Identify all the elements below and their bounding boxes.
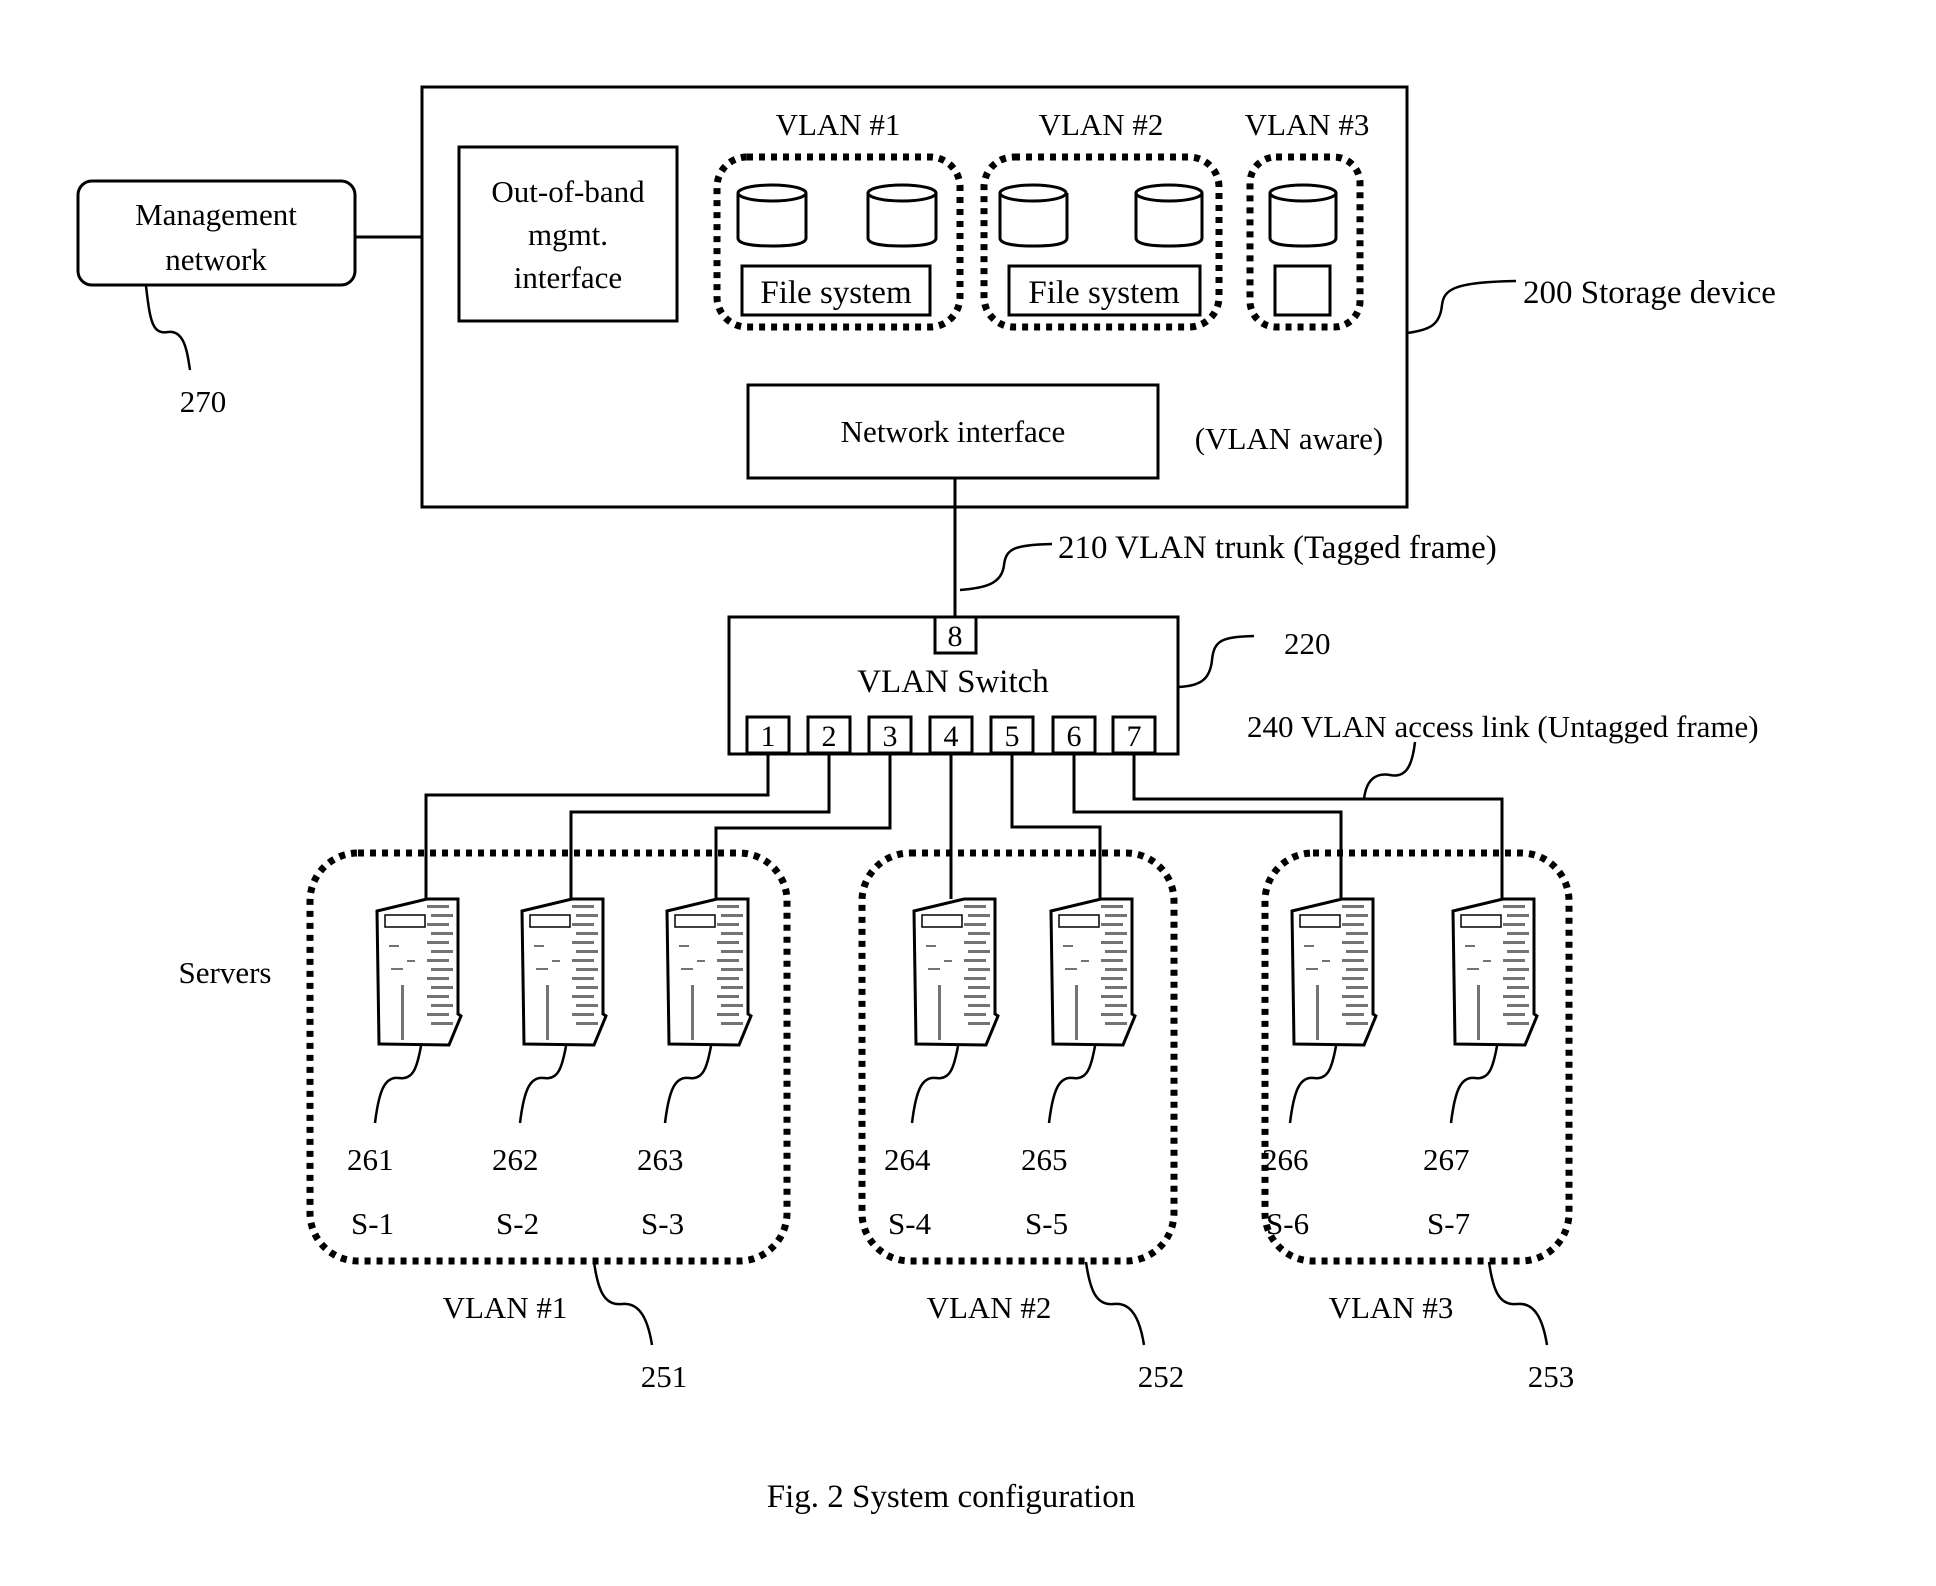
access-link-label: 240 VLAN access link (Untagged frame) [1247, 709, 1759, 744]
server-ref-number: 263 [637, 1142, 684, 1177]
storage-vlan1-label: VLAN #1 [776, 107, 901, 142]
server-tower-icon [1451, 897, 1539, 1047]
vlan-switch: 8 VLAN Switch 1 2 3 4 5 6 7 220 [727, 615, 1331, 756]
server-s-6: 266 S-6 [1262, 897, 1378, 1241]
access-link-wire [1132, 753, 1504, 899]
vlan-group-ref: 253 [1528, 1359, 1575, 1394]
switch-port-label: 5 [1005, 720, 1020, 753]
servers-label: Servers [179, 955, 272, 990]
server-groups: 261 S-1 262 S-2 263 S-3 VLAN #1 251 264 S-4 265 S-5… [306, 849, 1575, 1394]
management-network-label-line2: network [165, 242, 267, 277]
ref-leader-220 [1177, 634, 1255, 689]
ref-leader [1288, 1045, 1338, 1124]
storage-vlan3-label: VLAN #3 [1245, 107, 1370, 142]
oob-label-line2: mgmt. [528, 217, 608, 252]
server-name: S-5 [1025, 1206, 1068, 1241]
server-ref-number: 264 [884, 1142, 931, 1177]
access-link-wire [1010, 753, 1102, 899]
switch-port-label: 6 [1067, 720, 1082, 753]
vlan-group-label: VLAN #3 [1329, 1290, 1454, 1325]
server-tower-icon [520, 897, 608, 1047]
ref-leader-210 [959, 542, 1053, 592]
server-tower-icon [665, 897, 753, 1047]
empty-volume-box [1273, 264, 1332, 317]
server-tower-icon [1290, 897, 1378, 1047]
ref-leader [1449, 1045, 1499, 1124]
vlan-trunk-label: 210 VLAN trunk (Tagged frame) [1058, 530, 1497, 566]
vlan-switch-label: VLAN Switch [857, 664, 1049, 700]
server-s-1: 261 S-1 [347, 897, 463, 1241]
ref-leader-270 [144, 285, 192, 371]
server-name: S-2 [496, 1206, 539, 1241]
server-name: S-1 [351, 1206, 394, 1241]
storage-vlan2-label: VLAN #2 [1039, 107, 1164, 142]
server-s-5: 265 S-5 [1021, 897, 1137, 1241]
server-group-vlan1: 261 S-1 262 S-2 263 S-3 VLAN #1 251 [306, 849, 791, 1394]
server-ref-number: 266 [1262, 1142, 1309, 1177]
network-interface-label: Network interface [841, 414, 1066, 449]
server-s-3: 263 S-3 [637, 897, 753, 1241]
server-tower-icon [1049, 897, 1137, 1047]
file-system-label: File system [760, 275, 912, 311]
server-name: S-7 [1427, 1206, 1470, 1241]
switch-port-label: 3 [883, 720, 898, 753]
ref-leader [592, 1261, 654, 1346]
ref-leader [373, 1045, 423, 1124]
ref-leader [1487, 1261, 1549, 1346]
vlan-group-ref: 252 [1138, 1359, 1185, 1394]
access-link-wire [569, 753, 831, 899]
vlan-aware-label: (VLAN aware) [1195, 421, 1383, 456]
switch-access-ports: 1 2 3 4 5 6 7 [745, 715, 1157, 755]
figure-caption: Fig. 2 System configuration [767, 1479, 1135, 1515]
system-configuration-diagram: Management network 270 Out-of-band mgmt.… [76, 85, 1776, 1515]
vlan-group-ref: 251 [641, 1359, 688, 1394]
oob-label-line1: Out-of-band [491, 174, 645, 209]
server-ref-number: 267 [1423, 1142, 1470, 1177]
server-name: S-4 [888, 1206, 932, 1241]
ref-leader [1084, 1261, 1146, 1346]
switch-port-label: 4 [944, 720, 959, 753]
ref-leader-240 [1362, 741, 1417, 800]
oob-label-line3: interface [514, 260, 622, 295]
server-group-vlan2: 264 S-4 265 S-5 VLAN #2 252 [858, 849, 1185, 1394]
switch-port-8-label: 8 [948, 620, 963, 653]
ref-leader [910, 1045, 960, 1124]
server-s-4: 264 S-4 [884, 897, 1000, 1241]
switch-ref-220: 220 [1284, 626, 1331, 661]
server-tower-icon [912, 897, 1000, 1047]
vlan-group-label: VLAN #2 [927, 1290, 1052, 1325]
server-tower-icon [375, 897, 463, 1047]
ref-leader [663, 1045, 713, 1124]
switch-port-label: 1 [761, 720, 776, 753]
server-s-7: 267 S-7 [1423, 897, 1539, 1241]
switch-port-label: 7 [1127, 720, 1142, 753]
server-ref-number: 262 [492, 1142, 539, 1177]
storage-device-ref-label: 200 Storage device [1523, 275, 1776, 311]
file-system-label: File system [1028, 275, 1180, 311]
ref-leader [518, 1045, 568, 1124]
access-link-wire [1072, 753, 1343, 899]
server-ref-number: 265 [1021, 1142, 1068, 1177]
management-network-label-line1: Management [135, 197, 297, 232]
switch-port-label: 2 [822, 720, 837, 753]
server-s-2: 262 S-2 [492, 897, 608, 1241]
ref-270: 270 [180, 384, 227, 419]
vlan-group-label: VLAN #1 [443, 1290, 568, 1325]
access-link-wires [424, 753, 1504, 899]
server-group-vlan3: 266 S-6 267 S-7 VLAN #3 253 [1261, 849, 1575, 1394]
server-ref-number: 261 [347, 1142, 394, 1177]
storage-device: Out-of-band mgmt. interface VLAN #1 VLAN… [420, 85, 1776, 509]
server-name: S-6 [1266, 1206, 1309, 1241]
ref-leader [1047, 1045, 1097, 1124]
server-name: S-3 [641, 1206, 684, 1241]
management-network: Management network 270 [76, 179, 357, 419]
ref-leader-200 [1406, 279, 1517, 335]
access-link-wire [714, 753, 892, 899]
